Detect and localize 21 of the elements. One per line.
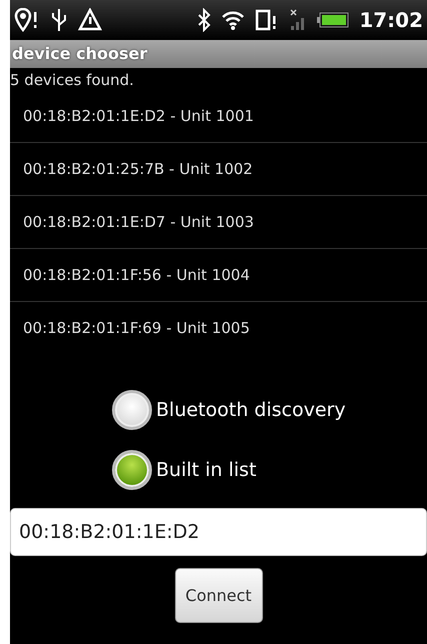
window-title: device chooser	[10, 40, 427, 68]
device-list-item[interactable]: 00:18:B2:01:1E:D2 - Unit 1001	[10, 90, 427, 143]
wifi-icon	[221, 9, 246, 31]
address-field[interactable]: 00:18:B2:01:1E:D2	[10, 508, 427, 556]
radio-option[interactable]: Built in list	[112, 450, 256, 490]
bluetooth-icon	[197, 8, 212, 32]
connect-button[interactable]: Connect	[174, 568, 262, 623]
device-list-item[interactable]: 00:18:B2:01:1E:D7 - Unit 1003	[10, 196, 427, 249]
radio-label: Built in list	[156, 458, 256, 483]
radio-button[interactable]	[112, 450, 152, 490]
warning-icon	[78, 8, 102, 32]
device-count-text: 5 devices found.	[10, 70, 135, 90]
radio-label: Bluetooth discovery	[156, 398, 346, 423]
usb-icon	[50, 8, 68, 32]
radio-button[interactable]	[112, 390, 152, 430]
battery-icon	[317, 12, 350, 28]
device-list-item[interactable]: 00:18:B2:01:1F:69 - Unit 1005	[10, 302, 427, 355]
device-list-item[interactable]: 00:18:B2:01:25:7B - Unit 1002	[10, 143, 427, 196]
device-list-item[interactable]: 00:18:B2:01:1F:56 - Unit 1004	[10, 249, 427, 302]
radio-option[interactable]: Bluetooth discovery	[112, 390, 346, 430]
clock-time: 17:02	[359, 7, 423, 34]
